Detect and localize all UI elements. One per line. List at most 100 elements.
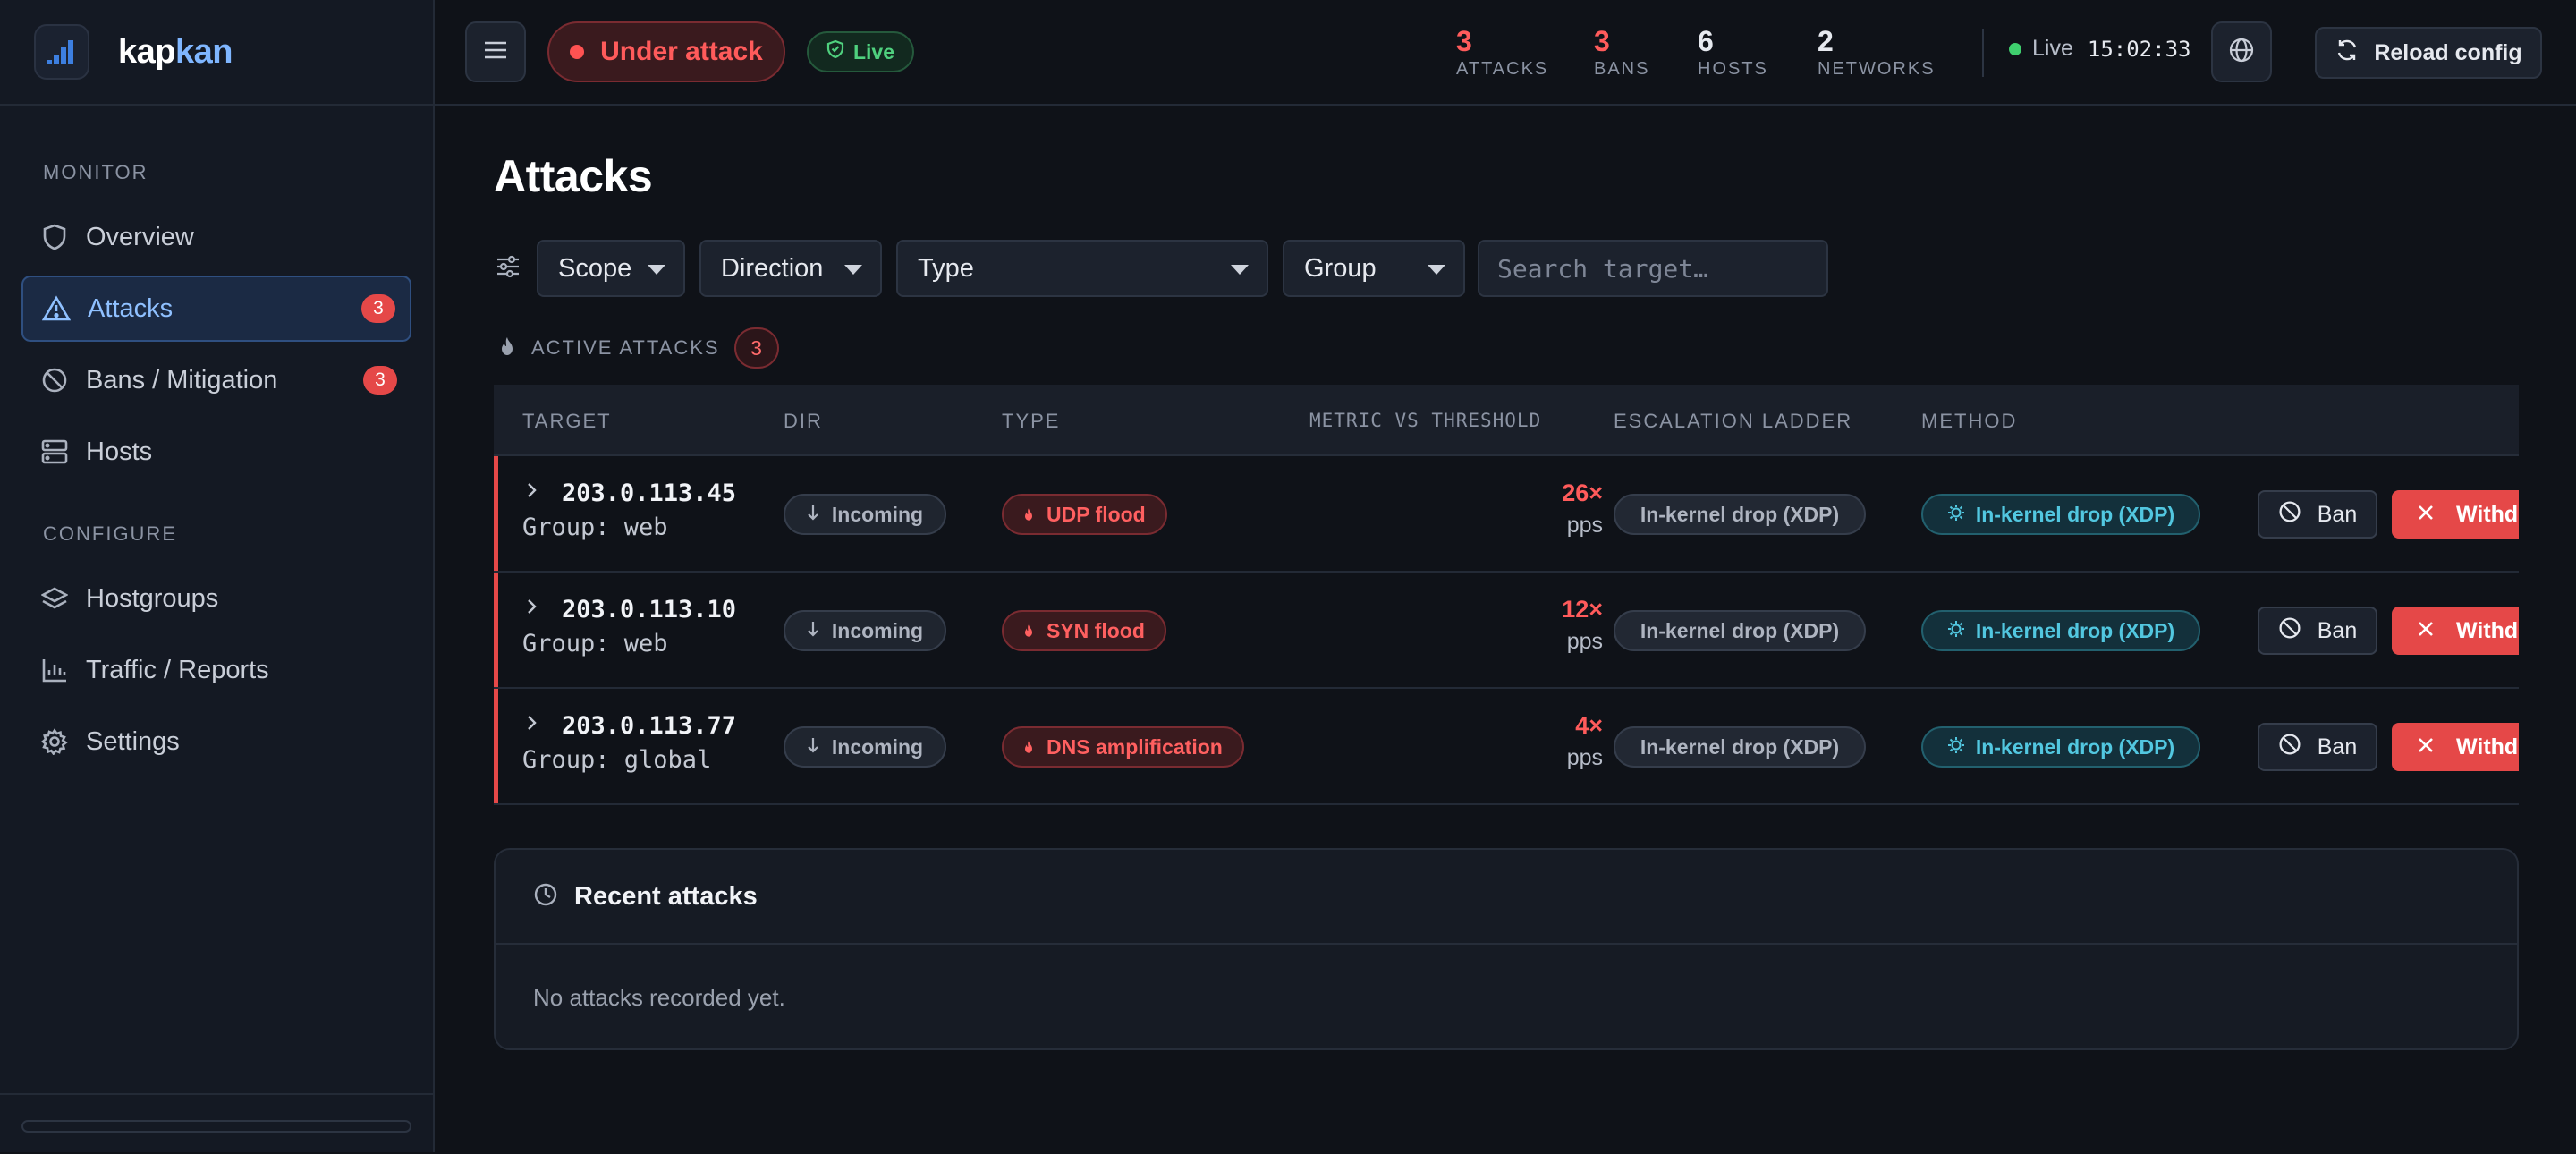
col-escalation[interactable]: ESCALATION LADDER: [1614, 410, 1852, 433]
col-method[interactable]: METHOD: [1921, 410, 2017, 433]
sidebar-item-hostgroups[interactable]: Hostgroups: [21, 565, 411, 632]
nav-section-monitor: MONITOR: [43, 161, 148, 183]
empty-state-text: No attacks recorded yet.: [533, 984, 785, 1011]
shield-check-icon: [826, 39, 844, 64]
warning-triangle-icon: [41, 293, 72, 324]
method-badge: In-kernel drop (XDP): [1921, 610, 2200, 651]
escalation-badge: In-kernel drop (XDP): [1614, 494, 1866, 535]
live-dot-icon: [2009, 42, 2021, 55]
sidebar-item-overview[interactable]: Overview: [21, 204, 411, 270]
flame-icon: [1023, 619, 1034, 643]
language-button[interactable]: [2211, 21, 2272, 82]
menu-toggle-button[interactable]: [465, 21, 526, 82]
table-row[interactable]: 203.0.113.45 Group: web Incoming UDP flo…: [494, 456, 2519, 573]
gear-icon: [39, 726, 70, 757]
attack-status-badge: Under attack: [547, 21, 785, 82]
sidebar-item-label: Bans / Mitigation: [86, 365, 278, 395]
sidebar-item-hosts[interactable]: Hosts: [21, 419, 411, 485]
target-group: Group: global: [522, 746, 712, 774]
attack-type-badge: SYN flood: [1002, 610, 1166, 651]
sidebar-item-label: Hosts: [86, 437, 153, 466]
active-attacks-count: 3: [733, 327, 779, 369]
recent-attacks-header: Recent attacks: [496, 850, 2517, 945]
ban-button[interactable]: Ban: [2258, 723, 2377, 771]
table-row[interactable]: 203.0.113.10 Group: web Incoming SYN flo…: [494, 573, 2519, 689]
col-dir[interactable]: DIR: [784, 410, 823, 433]
table-row[interactable]: 203.0.113.77 Group: global Incoming DNS …: [494, 689, 2519, 805]
page-title: Attacks: [494, 151, 653, 201]
logo-icon: [34, 24, 89, 80]
metric-vs-threshold: 12× pps: [1562, 596, 1603, 654]
clock-time: 15:02:33: [2087, 36, 2191, 62]
col-type[interactable]: TYPE: [1002, 410, 1060, 433]
flame-icon: [1023, 503, 1034, 527]
live-clock: Live 15:02:33: [2009, 36, 2190, 62]
globe-icon: [2228, 37, 2255, 68]
flame-icon: [1023, 735, 1034, 759]
col-metric[interactable]: METRIC VS THRESHOLD: [1309, 410, 1541, 431]
attack-type-badge: DNS amplification: [1002, 726, 1244, 768]
filter-sliders-icon[interactable]: [496, 254, 521, 284]
clock-icon: [533, 882, 558, 912]
direction-badge: Incoming: [784, 726, 946, 768]
type-select[interactable]: Type: [896, 240, 1268, 297]
refresh-icon: [2334, 38, 2374, 69]
attack-type-badge: UDP flood: [1002, 494, 1167, 535]
group-select[interactable]: Group: [1283, 240, 1465, 297]
layers-icon: [39, 583, 70, 614]
chip-icon: [1947, 619, 1965, 643]
sidebar-item-traffic[interactable]: Traffic / Reports: [21, 637, 411, 703]
sidebar-item-bans[interactable]: Bans / Mitigation 3: [21, 347, 411, 413]
stat-attacks: 3 ATTACKS: [1456, 25, 1549, 79]
withdraw-button[interactable]: Withdraw: [2392, 490, 2519, 539]
method-badge: In-kernel drop (XDP): [1921, 494, 2200, 535]
caret-down-icon: [1428, 265, 1445, 275]
brand-name: kapkan: [118, 32, 233, 71]
sidebar-scrollbar[interactable]: [21, 1120, 411, 1133]
sidebar-item-attacks[interactable]: Attacks 3: [21, 276, 411, 342]
stat-bans: 3 BANS: [1594, 25, 1650, 79]
bar-chart-icon: [39, 655, 70, 685]
chevron-right-icon[interactable]: [524, 596, 540, 622]
withdraw-button[interactable]: Withdraw: [2392, 723, 2519, 771]
divider: [1982, 29, 1984, 77]
caret-down-icon: [844, 265, 862, 275]
target-ip: 203.0.113.77: [562, 712, 737, 740]
sidebar-item-settings[interactable]: Settings: [21, 709, 411, 775]
live-status-badge: Live: [807, 31, 914, 72]
ban-button[interactable]: Ban: [2258, 490, 2377, 539]
arrow-down-icon: [807, 619, 819, 643]
scope-select[interactable]: Scope: [537, 240, 685, 297]
chevron-right-icon[interactable]: [524, 479, 540, 505]
arrow-down-icon: [807, 735, 819, 759]
ban-icon: [2278, 733, 2318, 762]
sidebar-footer: [0, 1093, 433, 1154]
shield-icon: [39, 222, 70, 252]
chevron-right-icon[interactable]: [524, 712, 540, 738]
ban-icon: [2278, 616, 2318, 646]
severity-bar: [494, 456, 498, 571]
direction-select[interactable]: Direction: [699, 240, 882, 297]
ban-button[interactable]: Ban: [2258, 607, 2377, 655]
col-target[interactable]: TARGET: [522, 410, 612, 433]
flame-icon: [499, 336, 515, 361]
close-icon: [2417, 618, 2456, 644]
target-group: Group: web: [522, 630, 668, 658]
table-header: TARGET DIR TYPE METRIC VS THRESHOLD ESCA…: [494, 385, 2519, 456]
search-input[interactable]: [1478, 240, 1828, 297]
sidebar-item-label: Overview: [86, 222, 194, 251]
target-ip: 203.0.113.10: [562, 596, 737, 624]
brand[interactable]: kapkan: [0, 0, 433, 106]
metric-vs-threshold: 4× pps: [1566, 712, 1603, 770]
stat-networks: 2 NETWORKS: [1818, 25, 1936, 79]
active-attacks-header: ACTIVE ATTACKS 3: [499, 327, 779, 369]
direction-badge: Incoming: [784, 494, 946, 535]
withdraw-button[interactable]: Withdraw: [2392, 607, 2519, 655]
sidebar-item-label: Traffic / Reports: [86, 655, 269, 684]
sidebar-item-label: Settings: [86, 726, 180, 756]
chip-icon: [1947, 735, 1965, 759]
close-icon: [2417, 734, 2456, 760]
caret-down-icon: [648, 265, 665, 275]
reload-config-button[interactable]: Reload config: [2315, 27, 2542, 79]
recent-attacks-panel: Recent attacks No attacks recorded yet.: [494, 848, 2519, 1050]
